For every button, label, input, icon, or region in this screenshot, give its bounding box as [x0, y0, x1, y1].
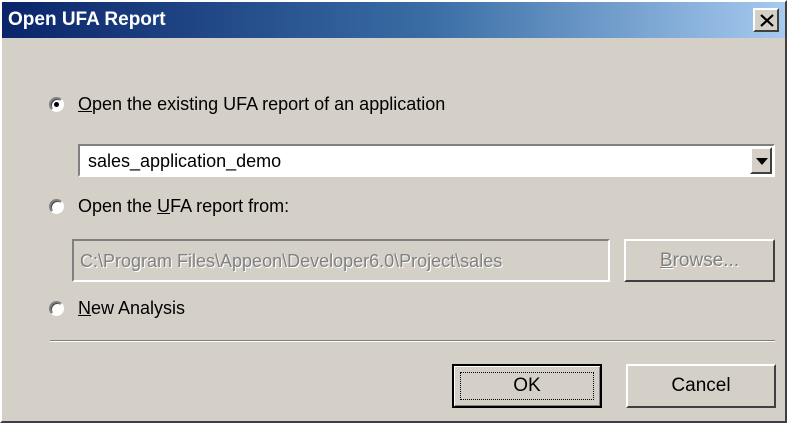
option-new-label: New Analysis	[78, 298, 186, 318]
browse-button-label: Browse...	[659, 249, 740, 271]
radio-new-analysis[interactable]	[49, 301, 64, 316]
title-bar[interactable]: Open UFA Report	[2, 2, 785, 38]
option-existing-report[interactable]: Open the existing UFA report of an appli…	[49, 94, 445, 115]
close-icon	[760, 14, 774, 27]
browse-button[interactable]: Browse...	[624, 239, 775, 282]
cancel-button[interactable]: Cancel	[626, 364, 776, 408]
option-new-analysis[interactable]: New Analysis	[49, 298, 185, 319]
cancel-button-label: Cancel	[671, 375, 731, 396]
application-select[interactable]: sales_application_demo	[78, 144, 775, 177]
option-from-label: Open the UFA report from:	[78, 196, 290, 216]
dialog-title: Open UFA Report	[8, 9, 166, 30]
option-report-from[interactable]: Open the UFA report from:	[49, 196, 289, 217]
report-path-value: C:\Program Files\Appeon\Developer6.0\Pro…	[80, 251, 503, 271]
focus-rectangle	[460, 372, 594, 400]
ok-button[interactable]: OK	[452, 364, 602, 408]
dropdown-arrow-icon[interactable]	[750, 147, 772, 174]
option-existing-label: Open the existing UFA report of an appli…	[78, 94, 446, 114]
close-button[interactable]	[753, 8, 779, 32]
open-ufa-report-dialog: Open UFA Report Open the existing UFA re…	[0, 0, 787, 423]
report-path-input[interactable]: C:\Program Files\Appeon\Developer6.0\Pro…	[72, 239, 610, 282]
radio-report-from[interactable]	[49, 199, 64, 214]
application-select-value: sales_application_demo	[88, 151, 282, 171]
radio-existing-report[interactable]	[49, 97, 64, 112]
separator	[50, 340, 775, 342]
